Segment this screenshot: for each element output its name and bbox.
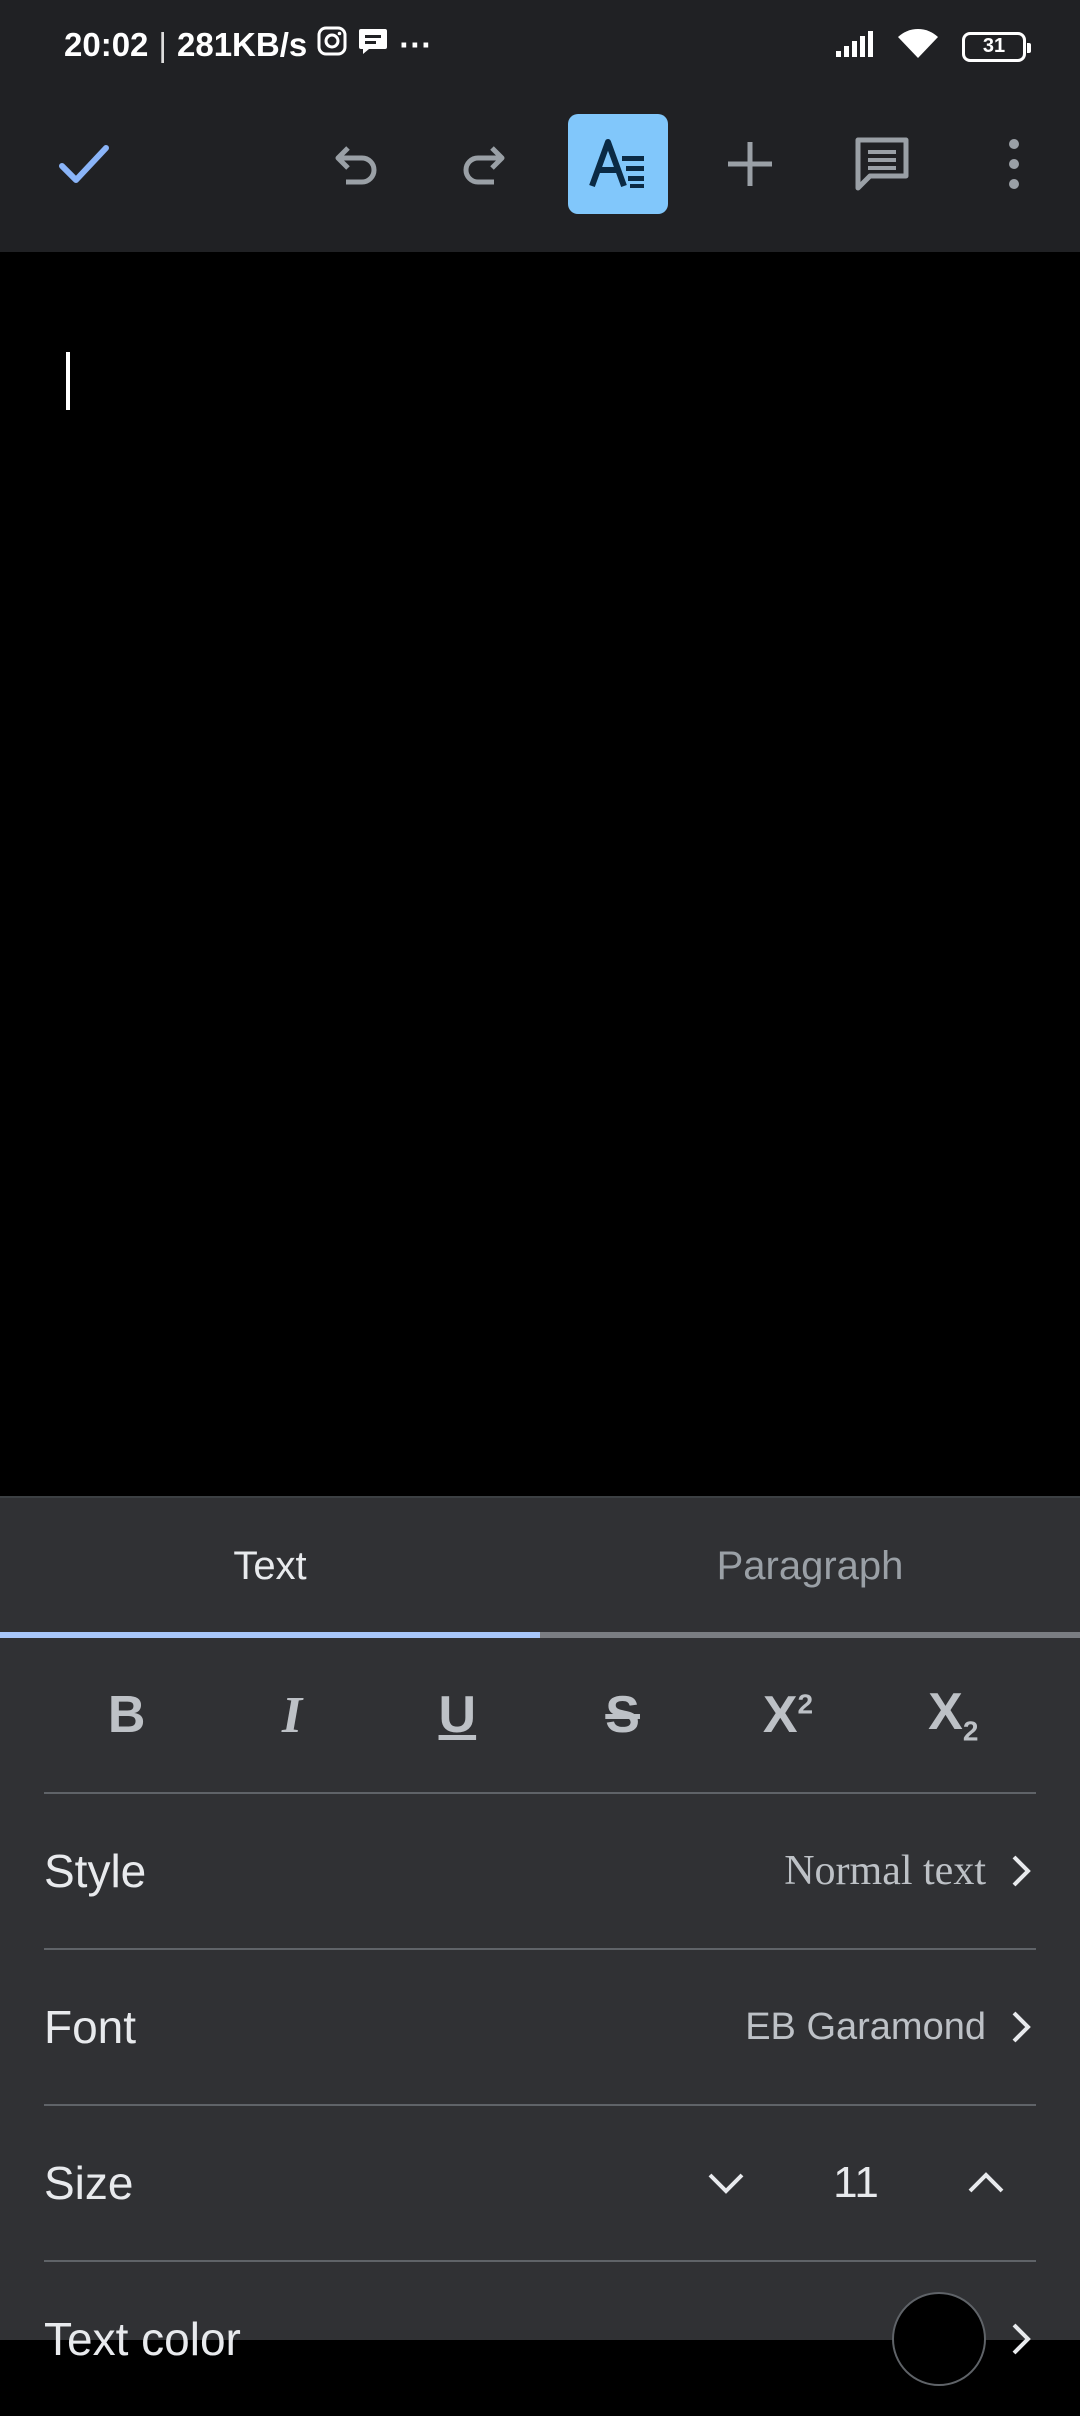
font-label: Font (44, 2001, 137, 2053)
underline-button[interactable]: U (397, 1665, 517, 1765)
battery-level: 31 (982, 35, 1006, 57)
size-row: Size 11 (44, 2106, 1036, 2260)
style-value-group: Normal text (784, 1847, 1036, 1895)
font-value: EB Garamond (745, 2005, 986, 2048)
tab-paragraph[interactable]: Paragraph (540, 1498, 1080, 1634)
style-value: Normal text (784, 1848, 986, 1894)
battery-icon: 31 (962, 31, 1031, 62)
font-value-group: EB Garamond (745, 2006, 1036, 2049)
redo-icon[interactable] (436, 114, 536, 214)
undo-icon[interactable] (304, 114, 404, 214)
check-icon[interactable] (34, 114, 134, 214)
subscript-icon: X2 (928, 1682, 978, 1747)
add-icon[interactable] (700, 114, 800, 214)
more-vert-icon[interactable] (964, 114, 1064, 214)
more-notifications-icon: ··· (399, 26, 433, 63)
superscript-base: X (762, 1686, 798, 1744)
bold-button[interactable]: B (67, 1665, 187, 1765)
size-increase-button[interactable] (936, 2169, 1036, 2197)
style-label: Style (44, 1845, 147, 1897)
text-cursor (66, 352, 70, 410)
format-tabs: Text Paragraph (0, 1498, 1080, 1638)
text-color-row[interactable]: Text color (44, 2262, 1036, 2416)
status-right: 31 (834, 28, 1031, 65)
text-color-value-group (892, 2292, 1036, 2386)
chevron-right-icon (1012, 2011, 1031, 2043)
text-format-icon[interactable] (568, 114, 668, 214)
strikethrough-button[interactable]: S (563, 1665, 683, 1765)
editor-toolbar (0, 96, 1080, 252)
chevron-up-icon (968, 2172, 1004, 2193)
status-time: 20:02 (64, 26, 149, 63)
style-row[interactable]: Style Normal text (44, 1794, 1036, 1948)
italic-icon: I (281, 1686, 303, 1744)
superscript-mark: 2 (797, 1688, 814, 1720)
document-canvas[interactable] (0, 252, 1080, 1496)
text-color-swatch (892, 2292, 986, 2386)
status-separator: | (158, 26, 167, 63)
underline-icon: U (438, 1686, 477, 1744)
format-panel: Text Paragraph B I U S X2 X2 Style Norma… (0, 1496, 1080, 2386)
italic-button[interactable]: I (232, 1665, 352, 1765)
size-value: 11 (833, 2158, 879, 2207)
chevron-down-icon (708, 2173, 744, 2194)
status-bar: 20:02 | 281KB/s ··· 31 (0, 0, 1080, 96)
instagram-icon (317, 26, 347, 64)
network-speed: 281KB/s (176, 26, 308, 63)
tab-text[interactable]: Text (0, 1498, 540, 1634)
wifi-icon (896, 28, 940, 65)
message-notification-icon (357, 26, 389, 64)
text-color-label: Text color (44, 2313, 241, 2365)
chevron-right-icon (1012, 2323, 1031, 2355)
superscript-icon: X2 (763, 1685, 813, 1745)
font-row[interactable]: Font EB Garamond (44, 1950, 1036, 2104)
subscript-button[interactable]: X2 (893, 1665, 1013, 1765)
format-buttons-row: B I U S X2 X2 (44, 1638, 1036, 1792)
size-controls: 11 (676, 2158, 1036, 2208)
superscript-button[interactable]: X2 (728, 1665, 848, 1765)
subscript-base: X (928, 1683, 963, 1742)
strikethrough-icon: S (605, 1686, 640, 1744)
comment-icon[interactable] (832, 114, 932, 214)
size-decrease-button[interactable] (676, 2169, 776, 2197)
status-left: 20:02 | 281KB/s ··· (64, 26, 432, 64)
bold-icon: B (107, 1686, 146, 1744)
chevron-right-icon (1012, 1855, 1031, 1887)
size-label: Size (44, 2157, 134, 2209)
subscript-mark: 2 (962, 1715, 979, 1747)
signal-icon (834, 29, 874, 64)
